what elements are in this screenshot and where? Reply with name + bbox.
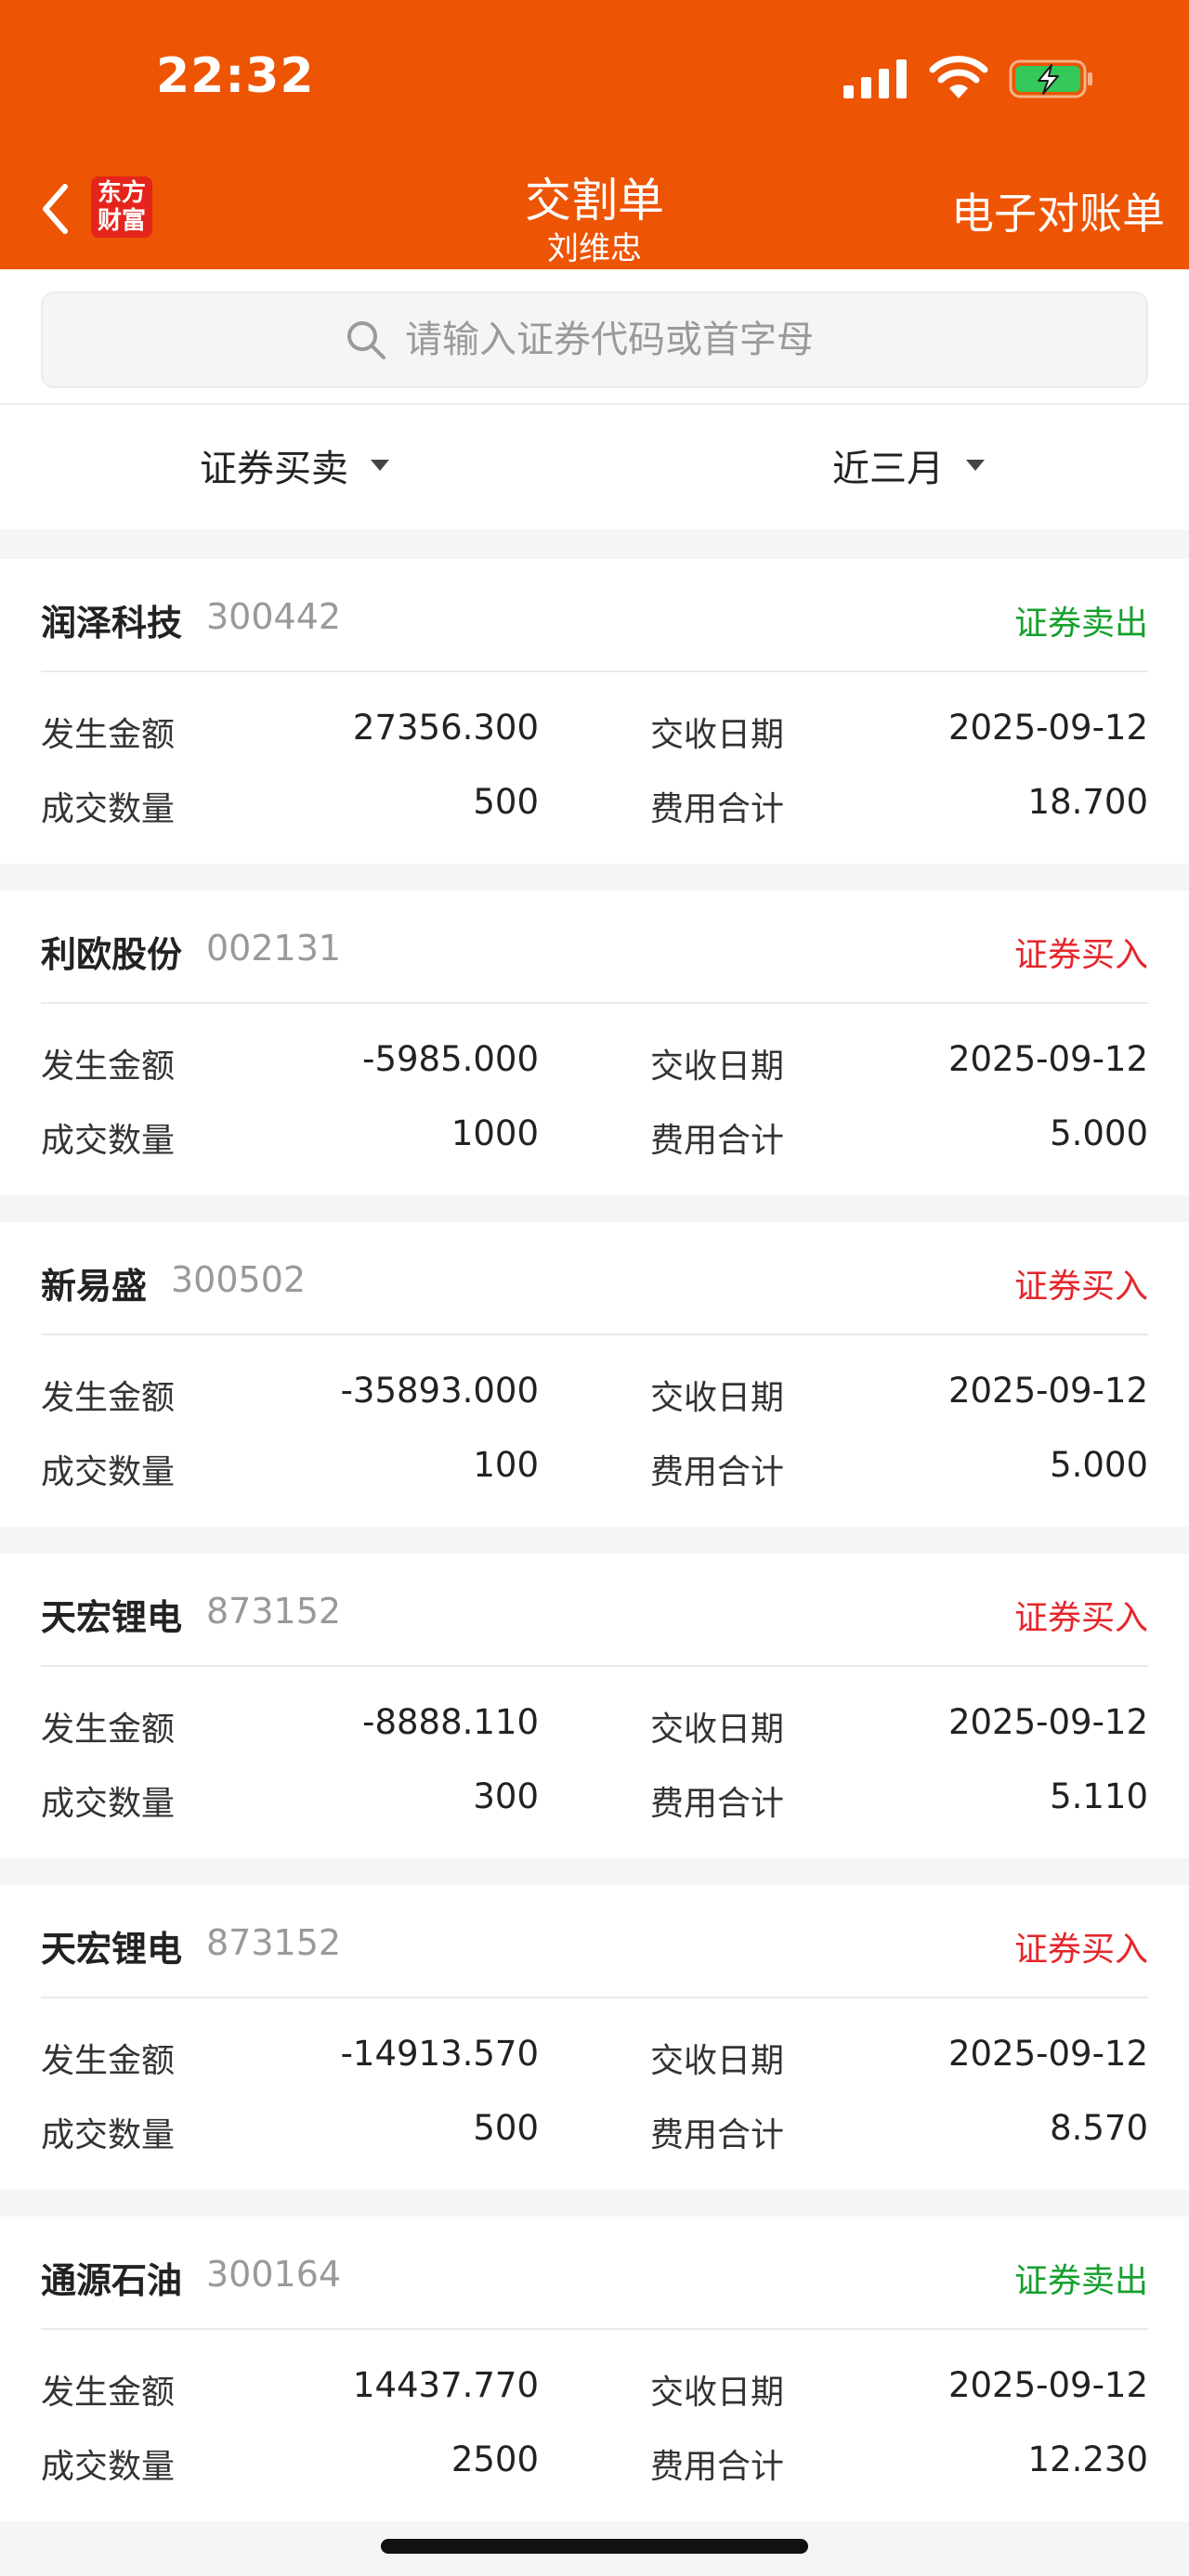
quantity-label: 成交数量 [41, 2116, 176, 2154]
trade-type-label: 证券买入 [1013, 1931, 1148, 1969]
stock-name: 通源石油 [41, 2260, 183, 2301]
stock-name: 利欧股份 [41, 934, 183, 975]
quantity-label: 成交数量 [41, 1785, 176, 1823]
caret-down-icon [966, 460, 985, 471]
quantity-value: 500 [473, 782, 539, 822]
date-range-filter[interactable]: 近三月 [832, 438, 985, 492]
amount-value: -8888.110 [362, 1702, 539, 1742]
search-box[interactable] [41, 292, 1148, 388]
cellular-signal-icon [843, 59, 907, 98]
stock-code: 873152 [206, 1922, 342, 1963]
settle-date-value: 2025-09-12 [947, 2034, 1148, 2074]
status-time: 22:32 [156, 48, 315, 104]
amount-label: 发生金额 [41, 716, 176, 754]
amount-label: 发生金额 [41, 2374, 176, 2412]
settle-date-label: 交收日期 [650, 716, 785, 754]
quantity-label: 成交数量 [41, 790, 176, 828]
quantity-value: 100 [473, 1445, 539, 1485]
fee-total-label: 费用合计 [650, 790, 785, 828]
stock-name: 天宏锂电 [41, 1929, 183, 1970]
fee-total-label: 费用合计 [650, 2116, 785, 2154]
stock-code: 300164 [206, 2254, 342, 2295]
card-header: 润泽科技 300442 证券卖出 [41, 559, 1148, 672]
quantity-value: 1000 [451, 1113, 539, 1153]
trade-record-card[interactable]: 通源石油 300164 证券卖出发生金额 14437.770 交收日期 2025-09-1… [0, 2217, 1189, 2521]
quantity-label: 成交数量 [41, 2448, 176, 2486]
filter-bar: 证券买卖 近三月 [0, 405, 1189, 529]
stock-code: 873152 [206, 1591, 342, 1632]
settle-date-label: 交收日期 [650, 1711, 785, 1749]
date-range-filter-label: 近三月 [832, 448, 944, 490]
fee-total-value: 5.000 [1050, 1445, 1148, 1485]
amount-label: 发生金额 [41, 2042, 176, 2080]
fee-total-label: 费用合计 [650, 1785, 785, 1823]
caret-down-icon [371, 460, 389, 471]
settle-date-value: 2025-09-12 [947, 708, 1148, 748]
trade-type-filter-label: 证券买卖 [200, 448, 348, 490]
quantity-value: 2500 [451, 2439, 539, 2479]
fee-total-label: 费用合计 [650, 1122, 785, 1160]
trade-type-label: 证券买入 [1013, 936, 1148, 974]
trade-record-card[interactable]: 天宏锂电 873152 证券买入发生金额 -8888.110 交收日期 2025-09-1… [0, 1554, 1189, 1858]
fee-total-label: 费用合计 [650, 1453, 785, 1491]
amount-label: 发生金额 [41, 1711, 176, 1749]
trade-record-card[interactable]: 利欧股份 002131 证券买入发生金额 -5985.000 交收日期 2025-09-1… [0, 891, 1189, 1195]
amount-value: 27356.300 [352, 708, 539, 748]
settle-date-label: 交收日期 [650, 1379, 785, 1417]
settle-date-label: 交收日期 [650, 2042, 785, 2080]
app-header: 22:32 东方 财富 交割单 刘维忠 电子对账单 [0, 0, 1189, 269]
quantity-label: 成交数量 [41, 1122, 176, 1160]
trade-type-label: 证券卖出 [1013, 2262, 1148, 2300]
card-header: 新易盛 300502 证券买入 [41, 1222, 1148, 1335]
fee-total-label: 费用合计 [650, 2448, 785, 2486]
fee-total-value: 5.110 [1050, 1776, 1148, 1816]
stock-code: 300442 [206, 596, 342, 637]
quantity-label: 成交数量 [41, 1453, 176, 1491]
trade-record-card[interactable]: 天宏锂电 873152 证券买入发生金额 -14913.570 交收日期 2025-09-… [0, 1885, 1189, 2190]
settle-date-value: 2025-09-12 [947, 1039, 1148, 1079]
trade-type-label: 证券卖出 [1013, 605, 1148, 643]
amount-value: -14913.570 [340, 2034, 539, 2074]
card-header: 利欧股份 002131 证券买入 [41, 891, 1148, 1004]
fee-total-value: 8.570 [1050, 2108, 1148, 2148]
trade-record-card[interactable]: 新易盛 300502 证券买入发生金额 -35893.000 交收日期 2025-09-1… [0, 1222, 1189, 1527]
fee-total-value: 18.700 [1027, 782, 1148, 822]
fee-total-value: 12.230 [1027, 2439, 1148, 2479]
fee-total-value: 5.000 [1050, 1113, 1148, 1153]
quantity-value: 300 [473, 1776, 539, 1816]
battery-charging-icon [1009, 59, 1092, 98]
search-area [0, 269, 1189, 405]
home-indicator [381, 2539, 808, 2554]
card-header: 天宏锂电 873152 证券买入 [41, 1554, 1148, 1667]
trade-record-card[interactable]: 润泽科技 300442 证券卖出发生金额 27356.300 交收日期 2025-09-1… [0, 559, 1189, 864]
trade-type-filter[interactable]: 证券买卖 [200, 438, 389, 492]
card-header: 通源石油 300164 证券卖出 [41, 2217, 1148, 2330]
quantity-value: 500 [473, 2108, 539, 2148]
trade-type-label: 证券买入 [1013, 1599, 1148, 1637]
settle-date-label: 交收日期 [650, 1047, 785, 1086]
stock-code: 300502 [171, 1259, 307, 1300]
stock-code: 002131 [206, 928, 342, 969]
wifi-icon [929, 56, 988, 98]
amount-label: 发生金额 [41, 1379, 176, 1417]
stock-name: 天宏锂电 [41, 1597, 183, 1638]
stock-name: 新易盛 [41, 1266, 148, 1307]
stock-name: 润泽科技 [41, 603, 183, 644]
settle-date-value: 2025-09-12 [947, 1702, 1148, 1742]
amount-value: -35893.000 [340, 1371, 539, 1411]
trade-type-label: 证券买入 [1013, 1268, 1148, 1306]
amount-value: 14437.770 [352, 2365, 539, 2405]
card-header: 天宏锂电 873152 证券买入 [41, 1885, 1148, 1998]
settle-date-value: 2025-09-12 [947, 1371, 1148, 1411]
settle-date-value: 2025-09-12 [947, 2365, 1148, 2405]
e-statement-link[interactable]: 电子对账单 [951, 180, 1165, 241]
settle-date-label: 交收日期 [650, 2374, 785, 2412]
search-icon [347, 321, 385, 359]
amount-value: -5985.000 [362, 1039, 539, 1079]
amount-label: 发生金额 [41, 1047, 176, 1086]
search-input[interactable] [403, 318, 843, 362]
